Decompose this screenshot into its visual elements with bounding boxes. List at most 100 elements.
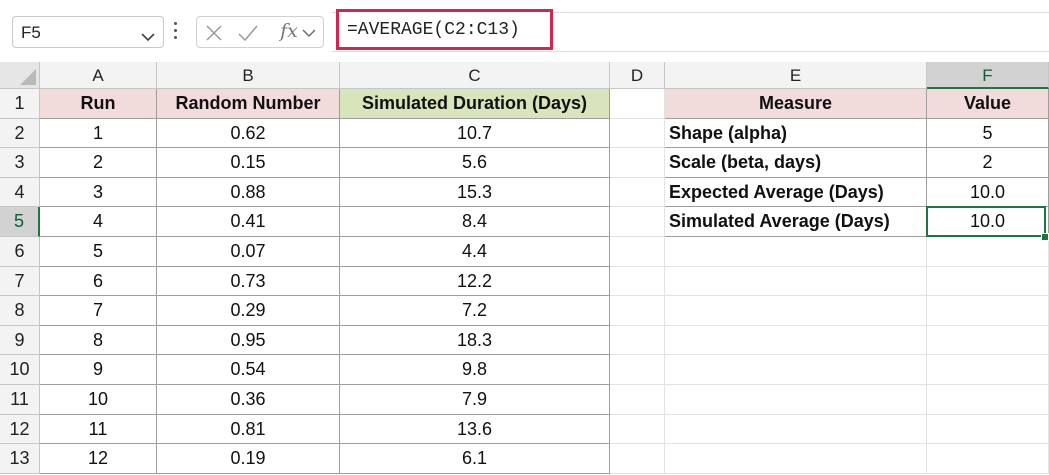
fx-icon[interactable]: fx [277, 20, 301, 42]
summary-value-cell[interactable]: 10.0 [927, 177, 1049, 208]
table-cell[interactable]: 11 [40, 414, 157, 445]
empty-cell[interactable] [927, 237, 1049, 267]
more-options-icon[interactable] [174, 22, 178, 42]
table-cell[interactable]: 0.36 [157, 385, 340, 415]
table-cell[interactable]: 0.81 [157, 414, 340, 445]
table-cell[interactable]: 0.95 [157, 325, 340, 356]
column-header-c[interactable]: C [340, 62, 610, 89]
empty-cell[interactable] [927, 444, 1049, 474]
formula-input[interactable]: =AVERAGE(C2:C13) [336, 9, 553, 50]
table-cell[interactable]: 0.29 [157, 296, 340, 326]
empty-cell[interactable] [610, 296, 665, 326]
empty-cell[interactable] [610, 118, 665, 149]
empty-cell[interactable] [610, 444, 665, 474]
summary-measure-cell[interactable]: Simulated Average (Days) [665, 207, 927, 237]
table-cell[interactable]: 3 [40, 177, 157, 208]
table-cell[interactable]: 0.07 [157, 237, 340, 267]
empty-cell[interactable] [610, 266, 665, 297]
column-header-b[interactable]: B [157, 62, 340, 89]
table-cell[interactable]: 13.6 [340, 414, 610, 445]
table-cell[interactable]: 9.8 [340, 355, 610, 385]
table-cell[interactable]: 0.62 [157, 118, 340, 149]
table-header-cell[interactable]: Random Number [157, 89, 340, 119]
empty-cell[interactable] [927, 296, 1049, 326]
row-header-4[interactable]: 4 [0, 177, 40, 208]
table-cell[interactable]: 10.7 [340, 118, 610, 149]
check-icon[interactable] [237, 22, 259, 44]
table-cell[interactable]: 8 [40, 325, 157, 356]
empty-cell[interactable] [610, 207, 665, 237]
row-header-2[interactable]: 2 [0, 118, 40, 149]
fill-handle[interactable] [1041, 233, 1049, 241]
empty-cell[interactable] [665, 266, 927, 297]
row-header-8[interactable]: 8 [0, 296, 40, 326]
row-header-1[interactable]: 1 [0, 89, 40, 119]
empty-cell[interactable] [610, 237, 665, 267]
empty-cell[interactable] [665, 385, 927, 415]
table-cell[interactable]: 0.41 [157, 207, 340, 237]
empty-cell[interactable] [665, 414, 927, 445]
table-cell[interactable]: 0.19 [157, 444, 340, 474]
name-box[interactable]: F5 [12, 16, 164, 48]
table-cell[interactable]: 7 [40, 296, 157, 326]
table-cell[interactable]: 4 [40, 207, 157, 237]
column-header-a[interactable]: A [40, 62, 157, 89]
empty-cell[interactable] [665, 444, 927, 474]
table-cell[interactable]: 0.15 [157, 148, 340, 178]
empty-cell[interactable] [665, 355, 927, 385]
empty-cell[interactable] [610, 177, 665, 208]
empty-cell[interactable] [610, 414, 665, 445]
summary-measure-cell[interactable]: Shape (alpha) [665, 118, 927, 149]
table-cell[interactable]: 0.88 [157, 177, 340, 208]
column-header-d[interactable]: D [610, 62, 665, 89]
summary-measure-cell[interactable]: Expected Average (Days) [665, 177, 927, 208]
table-cell[interactable]: 5.6 [340, 148, 610, 178]
table-cell[interactable]: 12 [40, 444, 157, 474]
table-cell[interactable]: 10 [40, 385, 157, 415]
empty-cell[interactable] [610, 355, 665, 385]
table-cell[interactable]: 1 [40, 118, 157, 149]
table-cell[interactable]: 18.3 [340, 325, 610, 356]
column-header-e[interactable]: E [665, 62, 927, 89]
table-cell[interactable]: 5 [40, 237, 157, 267]
select-all-button[interactable] [0, 62, 40, 89]
table-header-cell[interactable]: Run [40, 89, 157, 119]
summary-header-cell[interactable]: Value [927, 89, 1049, 119]
table-cell[interactable]: 12.2 [340, 266, 610, 297]
row-header-12[interactable]: 12 [0, 414, 40, 445]
table-cell[interactable]: 15.3 [340, 177, 610, 208]
summary-header-cell[interactable]: Measure [665, 89, 927, 119]
row-header-6[interactable]: 6 [0, 237, 40, 267]
row-header-10[interactable]: 10 [0, 355, 40, 385]
summary-value-cell[interactable]: 2 [927, 148, 1049, 178]
table-cell[interactable]: 7.2 [340, 296, 610, 326]
table-cell[interactable]: 6 [40, 266, 157, 297]
empty-cell[interactable] [927, 266, 1049, 297]
table-header-cell[interactable]: Simulated Duration (Days) [340, 89, 610, 119]
empty-cell[interactable] [927, 414, 1049, 445]
table-cell[interactable]: 4.4 [340, 237, 610, 267]
row-header-13[interactable]: 13 [0, 444, 40, 474]
row-header-5[interactable]: 5 [0, 207, 40, 237]
table-cell[interactable]: 7.9 [340, 385, 610, 415]
empty-cell[interactable] [927, 385, 1049, 415]
table-cell[interactable]: 8.4 [340, 207, 610, 237]
empty-cell[interactable] [610, 148, 665, 178]
empty-cell[interactable] [610, 89, 665, 119]
chevron-down-icon[interactable] [301, 22, 317, 44]
empty-cell[interactable] [927, 355, 1049, 385]
x-icon[interactable] [203, 22, 225, 44]
row-header-11[interactable]: 11 [0, 385, 40, 415]
row-header-3[interactable]: 3 [0, 148, 40, 178]
table-cell[interactable]: 2 [40, 148, 157, 178]
table-cell[interactable]: 0.54 [157, 355, 340, 385]
summary-value-cell[interactable]: 5 [927, 118, 1049, 149]
empty-cell[interactable] [610, 325, 665, 356]
summary-measure-cell[interactable]: Scale (beta, days) [665, 148, 927, 178]
empty-cell[interactable] [665, 237, 927, 267]
chevron-down-icon[interactable] [141, 29, 155, 47]
empty-cell[interactable] [665, 325, 927, 356]
table-cell[interactable]: 0.73 [157, 266, 340, 297]
table-cell[interactable]: 6.1 [340, 444, 610, 474]
row-header-7[interactable]: 7 [0, 266, 40, 297]
